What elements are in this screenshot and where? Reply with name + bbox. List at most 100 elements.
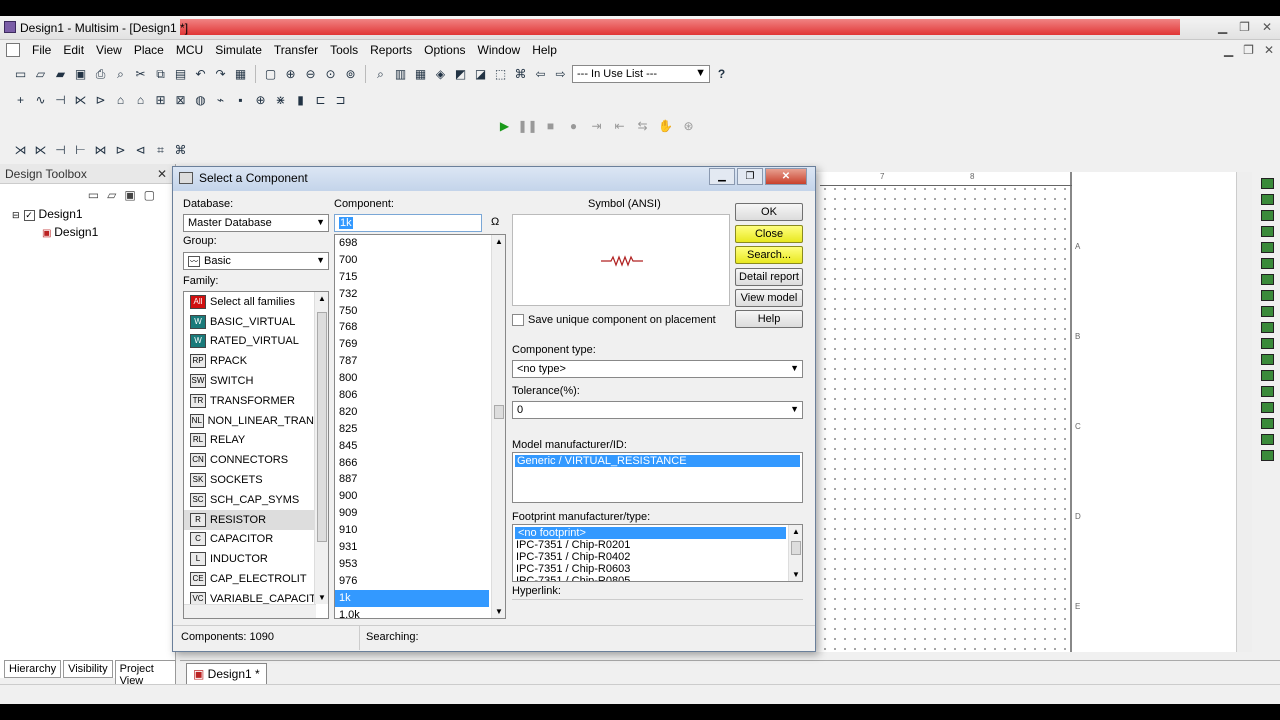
select-icon[interactable]: ⬚ [492, 66, 509, 83]
tab-design1[interactable]: ▣ Design1 * [186, 663, 267, 685]
footprint-item[interactable]: IPC-7351 / Chip-R0603 [513, 563, 802, 575]
detail-report-button[interactable]: Detail report [735, 268, 803, 286]
step-over-icon[interactable]: ⇥ [588, 118, 605, 135]
component-item[interactable]: 866 [335, 455, 489, 472]
instrument-icon[interactable] [1260, 242, 1274, 253]
component-item[interactable]: 800 [335, 370, 489, 387]
bode-plotter-icon[interactable]: ⋈ [92, 142, 109, 159]
family-item[interactable]: L INDUCTOR [184, 549, 328, 569]
family-item[interactable]: W RATED_VIRTUAL [184, 332, 328, 352]
instrument-icon[interactable] [1260, 306, 1274, 317]
wattmeter-icon[interactable]: ⊣ [52, 142, 69, 159]
component-item[interactable]: 887 [335, 471, 489, 488]
instrument-icon[interactable] [1260, 402, 1274, 413]
family-item[interactable]: SK SOCKETS [184, 470, 328, 490]
family-item[interactable]: SW SWITCH [184, 371, 328, 391]
family-item[interactable]: CE CAP_ELECTROLIT [184, 569, 328, 589]
undo-icon[interactable]: ↶ [192, 66, 209, 83]
instrument-icon[interactable] [1260, 274, 1274, 285]
function-generator-icon[interactable]: ⋉ [32, 142, 49, 159]
footprint-item[interactable]: IPC-7351 / Chip-R0201 [513, 539, 802, 551]
dialog-maximize-icon[interactable]: ❐ [737, 168, 763, 185]
stop-icon[interactable]: ■ [542, 118, 559, 135]
component-item[interactable]: 900 [335, 488, 489, 505]
menu-file[interactable]: File [26, 43, 57, 57]
model-item[interactable]: Generic / VIRTUAL_RESISTANCE [515, 455, 800, 467]
place-analog-icon[interactable]: ⊳ [92, 92, 109, 109]
instrument-icon[interactable] [1260, 434, 1274, 445]
search-icon[interactable]: ⌕ [372, 66, 389, 83]
component-item[interactable]: 1.0k [335, 607, 489, 618]
forward-annotate-icon[interactable]: ⇨ [552, 66, 569, 83]
cut-icon[interactable]: ✂ [132, 66, 149, 83]
spreadsheet-icon[interactable]: ▦ [412, 66, 429, 83]
database-manager-icon[interactable]: ◈ [432, 66, 449, 83]
oscilloscope-icon[interactable]: ⊢ [72, 142, 89, 159]
component-item[interactable]: 820 [335, 404, 489, 421]
tree-root[interactable]: ⊟ ✓ Design1 [12, 206, 175, 224]
family-list[interactable]: ▲ ▼ All Select all families W BASIC_VIRTUAL W… [183, 291, 329, 619]
menu-options[interactable]: Options [418, 43, 471, 57]
instrument-icon[interactable] [1260, 178, 1274, 189]
place-transistor-icon[interactable]: ⋉ [72, 92, 89, 109]
menu-tools[interactable]: Tools [324, 43, 364, 57]
open-design-icon[interactable]: ▱ [107, 188, 116, 202]
step-into-icon[interactable]: ⇤ [611, 118, 628, 135]
component-item[interactable]: 750 [335, 303, 489, 320]
component-input[interactable]: 1k [334, 214, 482, 232]
place-power-icon[interactable]: ⌁ [212, 92, 229, 109]
probe-icon[interactable]: ⊛ [680, 118, 697, 135]
redo-icon[interactable]: ↷ [212, 66, 229, 83]
place-rf-icon[interactable]: ⊕ [252, 92, 269, 109]
save-icon[interactable]: ▣ [72, 66, 89, 83]
instrument-icon[interactable] [1260, 290, 1274, 301]
tab-visibility[interactable]: Visibility [63, 660, 113, 678]
minimize-icon[interactable]: ▁ [1218, 20, 1227, 34]
family-scrollbar[interactable]: ▲ ▼ [314, 292, 328, 604]
footprint-item[interactable]: IPC-7351 / Chip-R0805 [513, 575, 802, 581]
full-screen-icon[interactable]: ▢ [262, 66, 279, 83]
sheet-vertical-scrollbar[interactable] [1236, 172, 1252, 652]
new-icon[interactable]: ▭ [12, 66, 29, 83]
filter-icon[interactable]: Ω [491, 216, 499, 228]
doc-minimize-icon[interactable]: ▁ [1224, 43, 1233, 57]
family-item[interactable]: CN CONNECTORS [184, 450, 328, 470]
tab-hierarchy[interactable]: Hierarchy [4, 660, 62, 678]
maximize-icon[interactable]: ❐ [1239, 20, 1250, 34]
footprint-item[interactable]: <no footprint> [515, 527, 786, 539]
place-diode-icon[interactable]: ⊣ [52, 92, 69, 109]
instrument-icon[interactable] [1260, 370, 1274, 381]
instrument-icon[interactable] [1260, 418, 1274, 429]
open-icon[interactable]: ▱ [32, 66, 49, 83]
view-model-button[interactable]: View model [735, 289, 803, 307]
component-item[interactable]: 698 [335, 235, 489, 252]
place-source-icon[interactable]: + [12, 92, 29, 109]
place-indicator-icon[interactable]: ◍ [192, 92, 209, 109]
zoom-area-icon[interactable]: ⊙ [322, 66, 339, 83]
postprocessor-icon[interactable]: ◩ [452, 66, 469, 83]
word-generator-icon[interactable]: ⊲ [132, 142, 149, 159]
component-item[interactable]: 909 [335, 505, 489, 522]
ok-button[interactable]: OK [735, 203, 803, 221]
instrument-icon[interactable] [1260, 386, 1274, 397]
zoom-out-icon[interactable]: ⊖ [302, 66, 319, 83]
place-bus-icon[interactable]: ⊐ [332, 92, 349, 109]
menu-simulate[interactable]: Simulate [209, 43, 268, 57]
place-basic-icon[interactable]: ∿ [32, 92, 49, 109]
footprint-item[interactable]: IPC-7351 / Chip-R0402 [513, 551, 802, 563]
component-item[interactable]: 768 [335, 319, 489, 336]
component-wizard-icon[interactable]: ⌘ [512, 66, 529, 83]
new-design-icon[interactable]: ▭ [88, 188, 99, 202]
run-icon[interactable]: ▶ [496, 118, 513, 135]
tolerance-select[interactable]: 0 ▼ [512, 401, 803, 419]
component-item[interactable]: 976 [335, 573, 489, 590]
family-item[interactable]: RL RELAY [184, 431, 328, 451]
instrument-icon[interactable] [1260, 194, 1274, 205]
print-preview-icon[interactable]: ⌕ [112, 66, 129, 83]
component-item[interactable]: 700 [335, 252, 489, 269]
instrument-icon[interactable] [1260, 210, 1274, 221]
checkbox-icon[interactable] [512, 314, 524, 326]
component-item[interactable]: 1k [335, 589, 489, 607]
step-icon[interactable]: ● [565, 118, 582, 135]
counter-icon[interactable]: ⊳ [112, 142, 129, 159]
